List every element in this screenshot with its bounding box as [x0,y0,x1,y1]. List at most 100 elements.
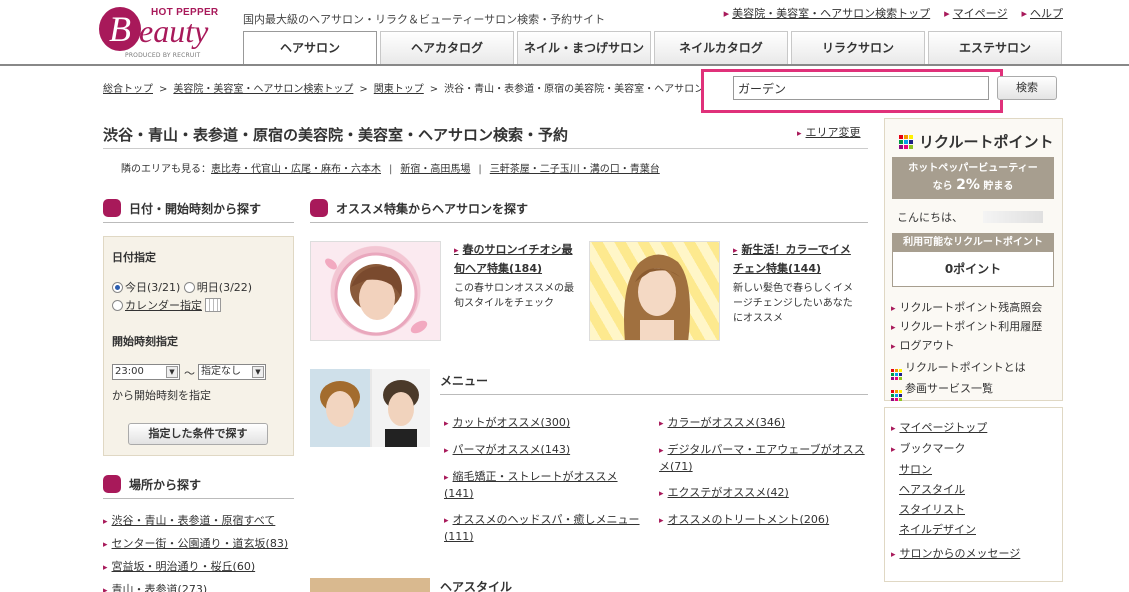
logo-word: eauty [139,13,209,49]
place-section-rule [103,498,294,499]
area-change-link[interactable]: ▸ エリア変更 [797,124,861,140]
menu-link[interactable]: 縮毛矯正・ストレートがオススメ(141) [444,470,618,500]
top-link-mypage[interactable]: ▸ マイページ [944,5,1007,21]
start-time-select[interactable]: 23:00 ▼ [112,364,180,380]
available-points-value: 0ポイント [944,262,1002,276]
menu-rule [440,394,868,395]
menu-item[interactable]: ▸ 縮毛矯正・ストレートがオススメ(141) [444,469,644,502]
salon-message-link[interactable]: ▸ サロンからのメッセージ [891,544,1020,565]
mypage-top-link[interactable]: ▸ マイページトップ [891,418,1020,439]
menu-item[interactable]: ▸ カットがオススメ(300) [444,415,644,432]
menu-heading: メニュー [440,374,489,388]
recruit-point-logo: リクルートポイント [899,131,1054,152]
point-link-balance[interactable]: ▸ リクルートポイント残高照会 [891,299,1042,318]
menu-item[interactable]: ▸ カラーがオススメ(346) [659,415,867,432]
top-link-salon-top[interactable]: ▸ 美容院・美容室・ヘアサロン検索トップ [724,5,931,21]
feature-color-title[interactable]: ▸ 新生活！カラーでイメチェン特集(144) [733,241,858,277]
top-link-help[interactable]: ▸ ヘルプ [1021,5,1063,21]
point-link-history[interactable]: ▸ リクルートポイント利用履歴 [891,318,1042,337]
menu-item[interactable]: ▸ デジタルパーマ・エアウェーブがオススメ(71) [659,442,867,475]
calendar-icon[interactable] [205,298,221,312]
date-section-title: 日付・開始時刻から探す [129,201,262,216]
place-section-heading: 場所から探す [103,475,201,493]
place-item[interactable]: ▸ 青山・表参道(273) [103,579,288,592]
band-line2: なら 2% 貯まる [892,177,1054,195]
page-title: 渋谷・青山・表参道・原宿の美容院・美容室・ヘアサロン検索・予約 [103,126,569,144]
mypage-top-label[interactable]: マイページトップ [900,421,988,434]
tab-hair-catalog[interactable]: ヘアカタログ [380,31,514,64]
area-change-label[interactable]: エリア変更 [806,126,861,139]
search-by-condition-button[interactable]: 指定した条件で探す [128,423,268,445]
place-link[interactable]: 宮益坂・明治通り・桜丘(60) [112,560,256,573]
bookmark-hairstyle[interactable]: ヘアスタイル [899,483,965,496]
search-input[interactable] [733,76,989,100]
place-item[interactable]: ▸ センター街・公園通り・道玄坂(83) [103,533,288,556]
top-links: ▸ 美容院・美容室・ヘアサロン検索トップ ▸ マイページ ▸ ヘルプ [724,5,1063,21]
tab-relax-salon[interactable]: リラクサロン [791,31,925,64]
menu-link[interactable]: エクステがオススメ(42) [668,486,789,499]
radio-icon [183,282,195,293]
salon-message-label[interactable]: サロンからのメッセージ [900,547,1021,560]
bookmark-nail-design[interactable]: ネイルデザイン [899,523,976,536]
radio-today[interactable]: 今日(3/21) [112,281,180,294]
feature-spring-desc: この春サロンオススメの最旬スタイルをチェック [454,283,574,309]
arrow-icon: ▸ [444,446,449,456]
menu-link[interactable]: パーマがオススメ(143) [453,443,571,456]
menu-link[interactable]: オススメのトリートメント(206) [668,513,830,526]
calendar-link[interactable]: カレンダー指定 [125,299,202,312]
menu-link[interactable]: カットがオススメ(300) [453,416,571,429]
tab-nail-catalog[interactable]: ネイルカタログ [654,31,788,64]
nearby-link-ebisu[interactable]: 恵比寿・代官山・広尾・麻布・六本木 [211,164,381,175]
menu-link[interactable]: デジタルパーマ・エアウェーブがオススメ(71) [659,443,865,473]
radio-tomorrow[interactable]: 明日(3/22) [183,281,252,294]
feature-spring: ▸ 春のサロンイチオシ最旬ヘア特集(184) この春サロンオススメの最旬スタイルを… [454,241,579,311]
category-tabs: ヘアサロン ヘアカタログ ネイル・まつげサロン ネイルカタログ リラクサロン エ… [243,31,1062,66]
point-link-label[interactable]: リクルートポイント利用履歴 [900,320,1043,333]
top-link-label[interactable]: 美容院・美容室・ヘアサロン検索トップ [732,7,930,20]
bookmark-stylist[interactable]: スタイリスト [899,503,965,516]
point-info-about[interactable]: リクルートポイントとは [891,359,1026,380]
place-item[interactable]: ▸ 渋谷・青山・表参道・原宿すべて [103,510,288,533]
nearby-link-shinjuku[interactable]: 新宿・高田馬場 [400,164,470,175]
band-suffix: 貯まる [983,181,1014,192]
point-link-label[interactable]: リクルートポイント残高照会 [900,301,1043,314]
point-info-services[interactable]: 参画サービス一覧 [891,380,1026,401]
place-link[interactable]: 青山・表参道(273) [112,583,208,592]
place-section-title: 場所から探す [129,477,202,492]
point-link-label[interactable]: ログアウト [900,339,955,352]
point-info-label[interactable]: 参画サービス一覧 [905,382,993,395]
tab-hair-salon[interactable]: ヘアサロン [243,31,377,66]
breadcrumb-home[interactable]: 総合トップ [103,84,153,95]
top-link-label[interactable]: ヘルプ [1030,7,1063,20]
place-link[interactable]: センター街・公園通り・道玄坂(83) [112,537,289,550]
tab-esthe-salon[interactable]: エステサロン [928,31,1062,64]
tab-nail-salon[interactable]: ネイル・まつげサロン [517,31,651,64]
arrow-icon: ▸ [891,424,896,434]
logo-subtitle: PRODUCED BY RECRUIT [125,52,201,59]
radio-calendar[interactable]: カレンダー指定 [112,297,221,313]
place-link[interactable]: 渋谷・青山・表参道・原宿すべて [112,514,276,527]
feature-image-color[interactable] [589,241,720,341]
breadcrumb-kanto[interactable]: 関東トップ [374,84,424,95]
search-button[interactable]: 検索 [997,76,1057,100]
bookmark-salon[interactable]: サロン [899,463,932,476]
feature-image-spring[interactable] [310,241,441,341]
mypage-links: ▸ マイページトップ ▸ ブックマーク サロン ヘアスタイル スタイリスト ネイルデ… [891,418,1020,565]
menu-item[interactable]: ▸ エクステがオススメ(42) [659,485,867,502]
beauty-logo[interactable]: B HOT PEPPER eauty PRODUCED BY RECRUIT [99,5,229,63]
menu-item[interactable]: ▸ オススメのヘッドスパ・癒しメニュー(111) [444,512,644,545]
menu-item[interactable]: ▸ オススメのトリートメント(206) [659,512,867,529]
point-info-label[interactable]: リクルートポイントとは [905,361,1026,374]
date-section-rule [103,222,294,223]
menu-item[interactable]: ▸ パーマがオススメ(143) [444,442,644,459]
end-time-select[interactable]: 指定なし ▼ [198,364,266,380]
feature-color: ▸ 新生活！カラーでイメチェン特集(144) 新しい髪色で春らしくイメージチェンジ… [733,241,858,326]
menu-link[interactable]: オススメのヘッドスパ・癒しメニュー(111) [444,513,640,543]
place-item[interactable]: ▸ 宮益坂・明治通り・桜丘(60) [103,556,288,579]
point-link-logout[interactable]: ▸ ログアウト [891,337,1042,356]
top-link-label[interactable]: マイページ [953,7,1008,20]
nearby-link-sangenjaya[interactable]: 三軒茶屋・二子玉川・溝の口・青葉台 [490,164,660,175]
menu-link[interactable]: カラーがオススメ(346) [668,416,786,429]
feature-spring-title[interactable]: ▸ 春のサロンイチオシ最旬ヘア特集(184) [454,241,579,277]
breadcrumb-salon-top[interactable]: 美容院・美容室・ヘアサロン検索トップ [173,84,353,95]
